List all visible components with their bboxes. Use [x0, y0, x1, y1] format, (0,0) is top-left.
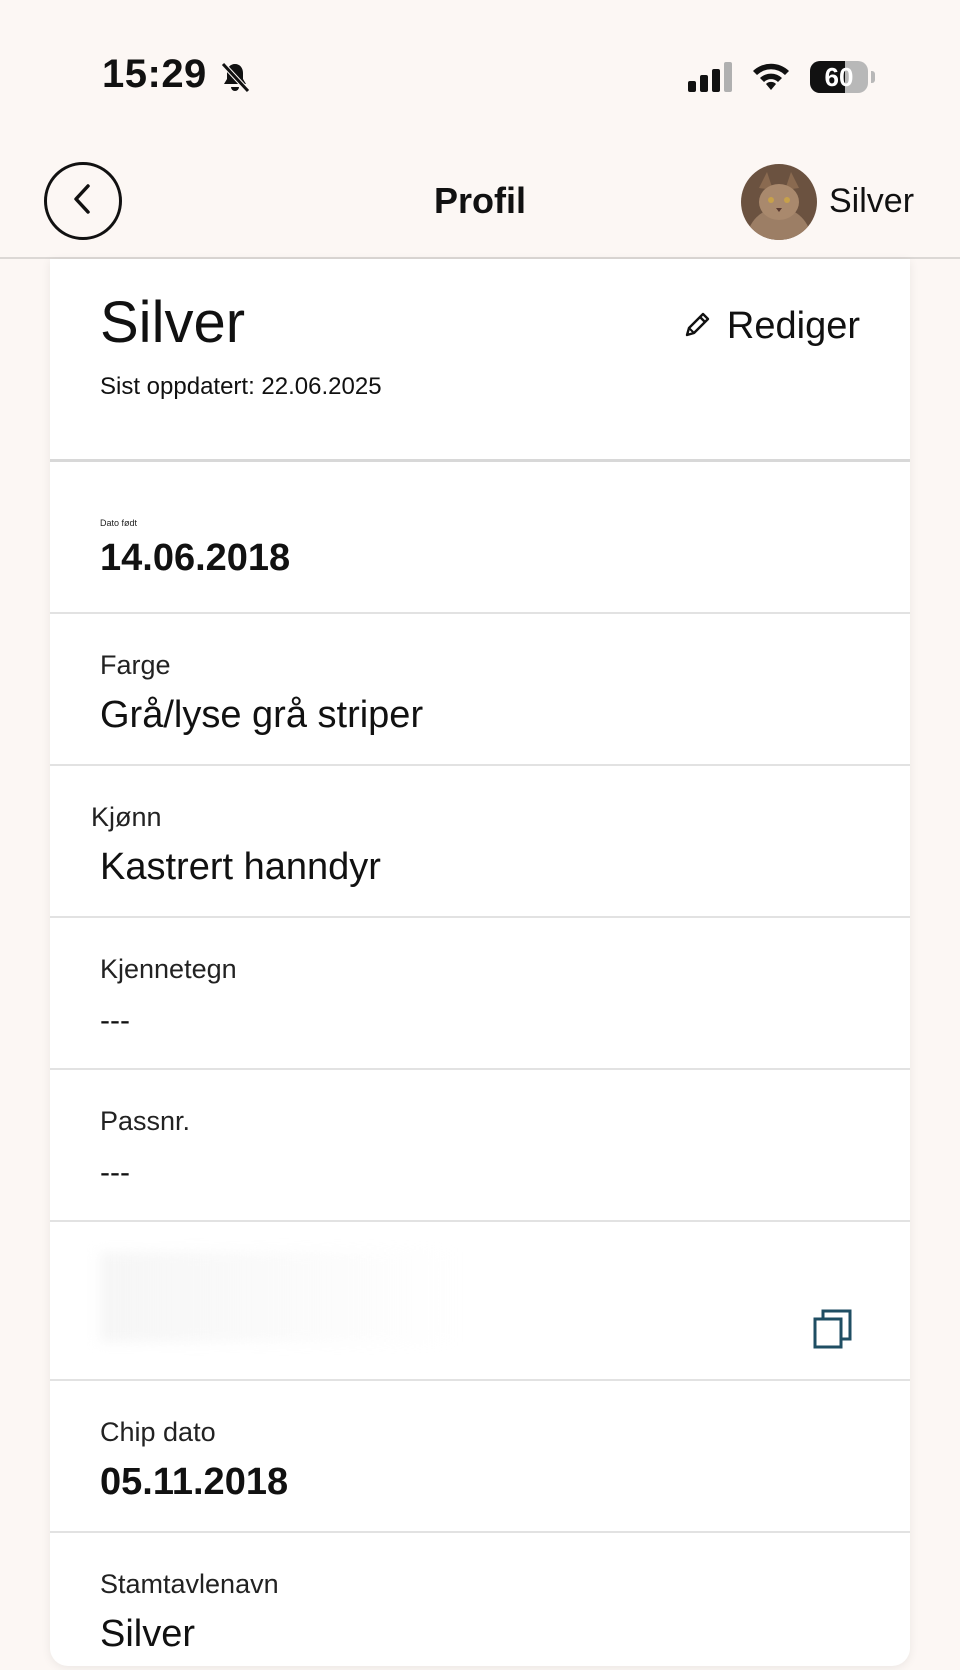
- copy-button[interactable]: [812, 1308, 854, 1350]
- field-chip-hidden: [50, 1222, 910, 1381]
- avatar[interactable]: [741, 164, 817, 240]
- field-label: Stamtavlenavn: [100, 1569, 279, 1599]
- field-markings: Kjennetegn ---: [50, 918, 910, 1070]
- field-gender: Kjønn Kastrert hanndyr: [50, 766, 910, 918]
- status-time: 15:29: [102, 52, 207, 96]
- battery-icon: 60: [810, 61, 868, 93]
- nav-user-name[interactable]: Silver: [829, 182, 914, 221]
- field-value: ---: [100, 1156, 130, 1189]
- copy-icon: [812, 1309, 854, 1354]
- pencil-icon: [683, 309, 713, 344]
- field-label: Chip dato: [100, 1417, 216, 1447]
- field-color: Farge Grå/lyse grå striper: [50, 614, 910, 766]
- profile-card: Silver Sist oppdatert: 22.06.2025 Redige…: [50, 259, 910, 1666]
- field-value: Kastrert hanndyr: [100, 846, 381, 888]
- field-value: Silver: [100, 1613, 196, 1655]
- wifi-icon: [750, 60, 792, 97]
- redacted-content: [100, 1252, 460, 1342]
- field-passport: Passnr. ---: [50, 1070, 910, 1222]
- signal-icon: [688, 62, 734, 97]
- bell-slash-icon: [218, 60, 252, 99]
- field-value: 05.11.2018: [100, 1461, 289, 1503]
- profile-header: Silver Sist oppdatert: 22.06.2025 Redige…: [50, 259, 910, 462]
- field-birth-date: Dato født 14.06.2018: [50, 462, 910, 614]
- battery-level: 60: [824, 62, 854, 92]
- field-label: Kjennetegn: [100, 954, 237, 984]
- field-value: Grå/lyse grå striper: [100, 694, 424, 736]
- edit-label: Rediger: [726, 305, 860, 347]
- nav-bar: Profil Silver: [0, 150, 960, 259]
- battery-cap: [871, 71, 875, 83]
- field-label: Kjønn: [91, 802, 162, 832]
- field-pedigree-name: Stamtavlenavn Silver: [50, 1533, 910, 1666]
- field-label: Farge: [100, 650, 171, 680]
- edit-button[interactable]: Rediger: [683, 305, 860, 348]
- field-label: Passnr.: [100, 1106, 191, 1136]
- last-updated: Sist oppdatert: 22.06.2025: [100, 373, 382, 400]
- status-bar: 15:29 60: [0, 0, 960, 150]
- field-label: Dato født: [100, 518, 138, 528]
- profile-name: Silver: [100, 290, 246, 355]
- field-value: ---: [100, 1004, 130, 1037]
- field-chip-date: Chip dato 05.11.2018: [50, 1381, 910, 1533]
- field-value: 14.06.2018: [100, 537, 291, 579]
